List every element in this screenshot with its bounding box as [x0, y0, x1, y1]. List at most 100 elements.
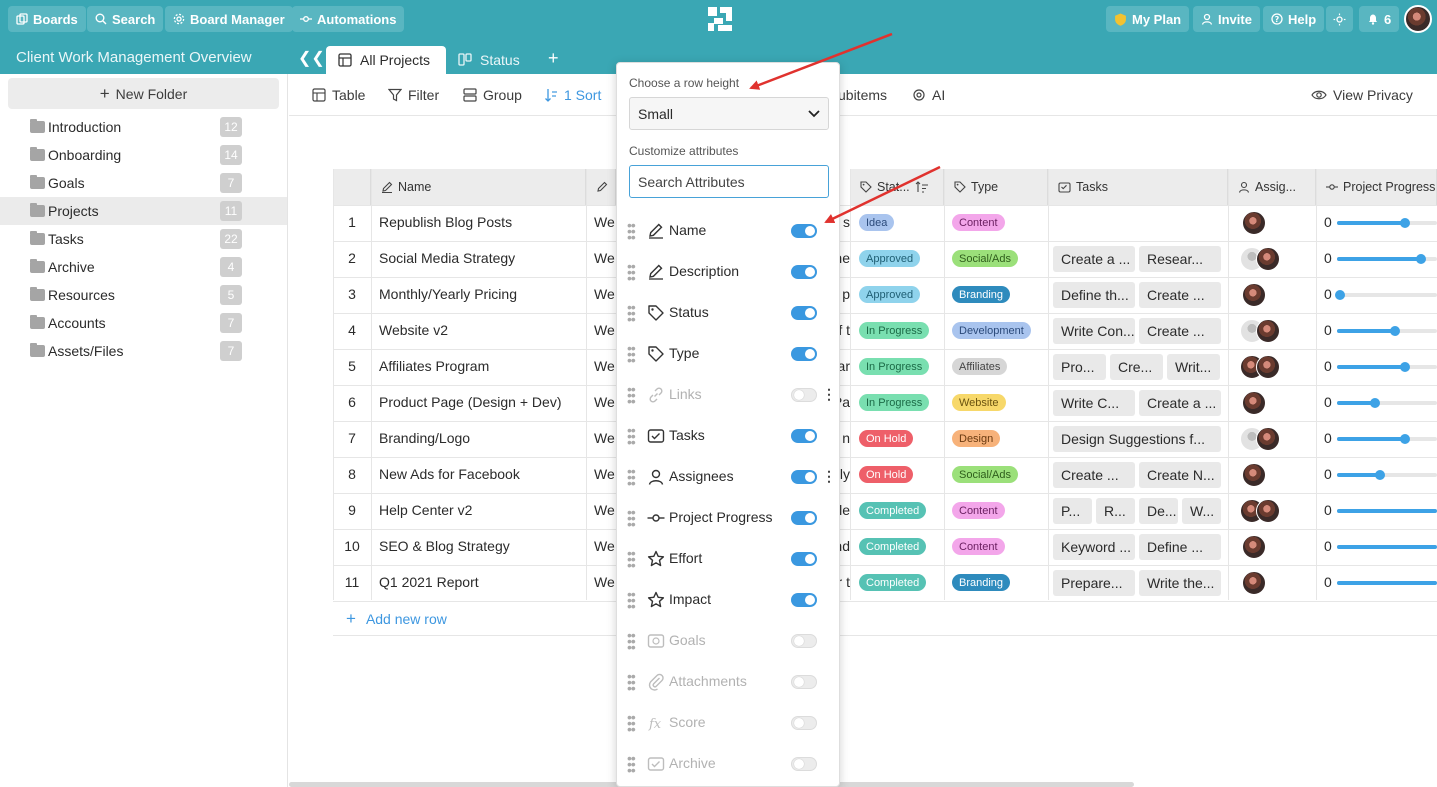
row-name[interactable]: Q1 2021 Report: [379, 574, 579, 590]
attribute-toggle[interactable]: [791, 716, 817, 730]
drag-handle-icon[interactable]: •• •• ••: [627, 382, 636, 408]
drag-handle-icon[interactable]: •• •• ••: [627, 464, 636, 490]
status-badge[interactable]: Completed: [859, 538, 927, 555]
drag-handle-icon[interactable]: •• •• ••: [627, 218, 636, 244]
assignee-avatar[interactable]: [1256, 247, 1280, 271]
sidebar-folder-item[interactable]: Introduction 12: [0, 113, 287, 141]
type-badge[interactable]: Social/Ads: [952, 250, 1018, 267]
row-description[interactable]: We: [594, 466, 616, 482]
row-name[interactable]: Social Media Strategy: [379, 250, 579, 266]
status-column-header[interactable]: Stat...: [850, 169, 944, 205]
tab-all-projects[interactable]: All Projects: [326, 46, 446, 74]
drag-handle-icon[interactable]: •• •• ••: [627, 505, 636, 531]
status-badge[interactable]: Completed: [859, 502, 927, 519]
row-name[interactable]: Republish Blog Posts: [379, 214, 579, 230]
task-chip[interactable]: Create a ...: [1053, 246, 1135, 272]
assignee-avatar[interactable]: [1256, 319, 1280, 343]
task-chip[interactable]: Create N...: [1139, 462, 1221, 488]
attribute-toggle[interactable]: [791, 265, 817, 279]
type-badge[interactable]: Content: [952, 214, 1005, 231]
row-name[interactable]: New Ads for Facebook: [379, 466, 579, 482]
assignee-avatar[interactable]: [1242, 391, 1266, 415]
attribute-toggle[interactable]: [791, 511, 817, 525]
row-description[interactable]: We: [594, 394, 616, 410]
drag-handle-icon[interactable]: •• •• ••: [627, 587, 636, 613]
add-row-button[interactable]: + Add new row: [346, 609, 447, 629]
status-badge[interactable]: On Hold: [859, 466, 914, 483]
task-chip[interactable]: Prepare...: [1053, 570, 1135, 596]
row-description[interactable]: We: [594, 322, 616, 338]
status-badge[interactable]: On Hold: [859, 430, 914, 447]
task-chip[interactable]: Design Suggestions f...: [1053, 426, 1221, 452]
task-chip[interactable]: Create ...: [1139, 282, 1221, 308]
attribute-toggle[interactable]: [791, 470, 817, 484]
status-badge[interactable]: Approved: [859, 286, 921, 303]
drag-handle-icon[interactable]: •• •• ••: [627, 259, 636, 285]
notifications-button[interactable]: 6: [1359, 6, 1400, 32]
attribute-toggle[interactable]: [791, 347, 817, 361]
row-description[interactable]: We: [594, 538, 616, 554]
theme-toggle-button[interactable]: [1326, 6, 1353, 32]
row-description[interactable]: We: [594, 358, 616, 374]
type-badge[interactable]: Affiliates: [952, 358, 1008, 375]
drag-handle-icon[interactable]: •• •• ••: [627, 669, 636, 695]
sidebar-folder-item[interactable]: Archive 4: [0, 253, 287, 281]
attribute-toggle[interactable]: [791, 634, 817, 648]
new-folder-button[interactable]: + New Folder: [8, 78, 279, 109]
task-chip[interactable]: W...: [1182, 498, 1221, 524]
invite-button[interactable]: Invite: [1193, 6, 1260, 32]
drag-handle-icon[interactable]: •• •• ••: [627, 546, 636, 572]
row-name[interactable]: Branding/Logo: [379, 430, 579, 446]
task-chip[interactable]: P...: [1053, 498, 1092, 524]
add-tab-button[interactable]: +: [548, 48, 559, 69]
type-badge[interactable]: Content: [952, 502, 1005, 519]
attribute-toggle[interactable]: [791, 306, 817, 320]
group-button[interactable]: Group: [463, 87, 522, 103]
task-chip[interactable]: De...: [1139, 498, 1178, 524]
progress-handle[interactable]: [1416, 254, 1426, 264]
assignee-avatar[interactable]: [1256, 499, 1280, 523]
type-badge[interactable]: Branding: [952, 574, 1011, 591]
progress-handle[interactable]: [1375, 470, 1385, 480]
task-chip[interactable]: Write C...: [1053, 390, 1135, 416]
boards-button[interactable]: Boards: [8, 6, 86, 32]
ai-button[interactable]: AI: [912, 87, 945, 103]
task-chip[interactable]: Write Con...: [1053, 318, 1135, 344]
row-name[interactable]: SEO & Blog Strategy: [379, 538, 579, 554]
drag-handle-icon[interactable]: •• •• ••: [627, 423, 636, 449]
type-badge[interactable]: Social/Ads: [952, 466, 1018, 483]
sidebar-folder-item[interactable]: Assets/Files 7: [0, 337, 287, 365]
assignee-avatar[interactable]: [1242, 571, 1266, 595]
assignee-avatar[interactable]: [1242, 535, 1266, 559]
sort-ascending-icon[interactable]: [915, 181, 929, 193]
status-badge[interactable]: Idea: [859, 214, 895, 231]
table-view-button[interactable]: Table: [312, 87, 365, 103]
progress-handle[interactable]: [1400, 434, 1410, 444]
attribute-toggle[interactable]: [791, 675, 817, 689]
assignee-avatar[interactable]: [1256, 427, 1280, 451]
tab-status[interactable]: Status: [446, 46, 536, 74]
task-chip[interactable]: Create a ...: [1139, 390, 1221, 416]
board-manager-button[interactable]: Board Manager: [165, 6, 293, 32]
drag-handle-icon[interactable]: •• •• ••: [627, 751, 636, 777]
attribute-toggle[interactable]: [791, 429, 817, 443]
status-badge[interactable]: Approved: [859, 250, 921, 267]
drag-handle-icon[interactable]: •• •• ••: [627, 341, 636, 367]
user-avatar[interactable]: [1404, 5, 1432, 33]
progress-handle[interactable]: [1370, 398, 1380, 408]
progress-column-header[interactable]: Project Progress: [1316, 169, 1437, 205]
type-badge[interactable]: Website: [952, 394, 1006, 411]
row-name[interactable]: Monthly/Yearly Pricing: [379, 286, 579, 302]
collapse-sidebar-icon[interactable]: ❮❮: [298, 48, 325, 68]
help-button[interactable]: ? Help: [1263, 6, 1325, 32]
progress-handle[interactable]: [1400, 218, 1410, 228]
row-name[interactable]: Help Center v2: [379, 502, 579, 518]
row-description[interactable]: We: [594, 574, 616, 590]
task-chip[interactable]: Keyword ...: [1053, 534, 1135, 560]
row-description[interactable]: We: [594, 430, 616, 446]
row-description[interactable]: We: [594, 214, 616, 230]
type-badge[interactable]: Content: [952, 538, 1005, 555]
assignee-avatar[interactable]: [1242, 463, 1266, 487]
subitems-button[interactable]: ubitems: [838, 87, 887, 103]
row-name[interactable]: Product Page (Design + Dev): [379, 394, 579, 410]
